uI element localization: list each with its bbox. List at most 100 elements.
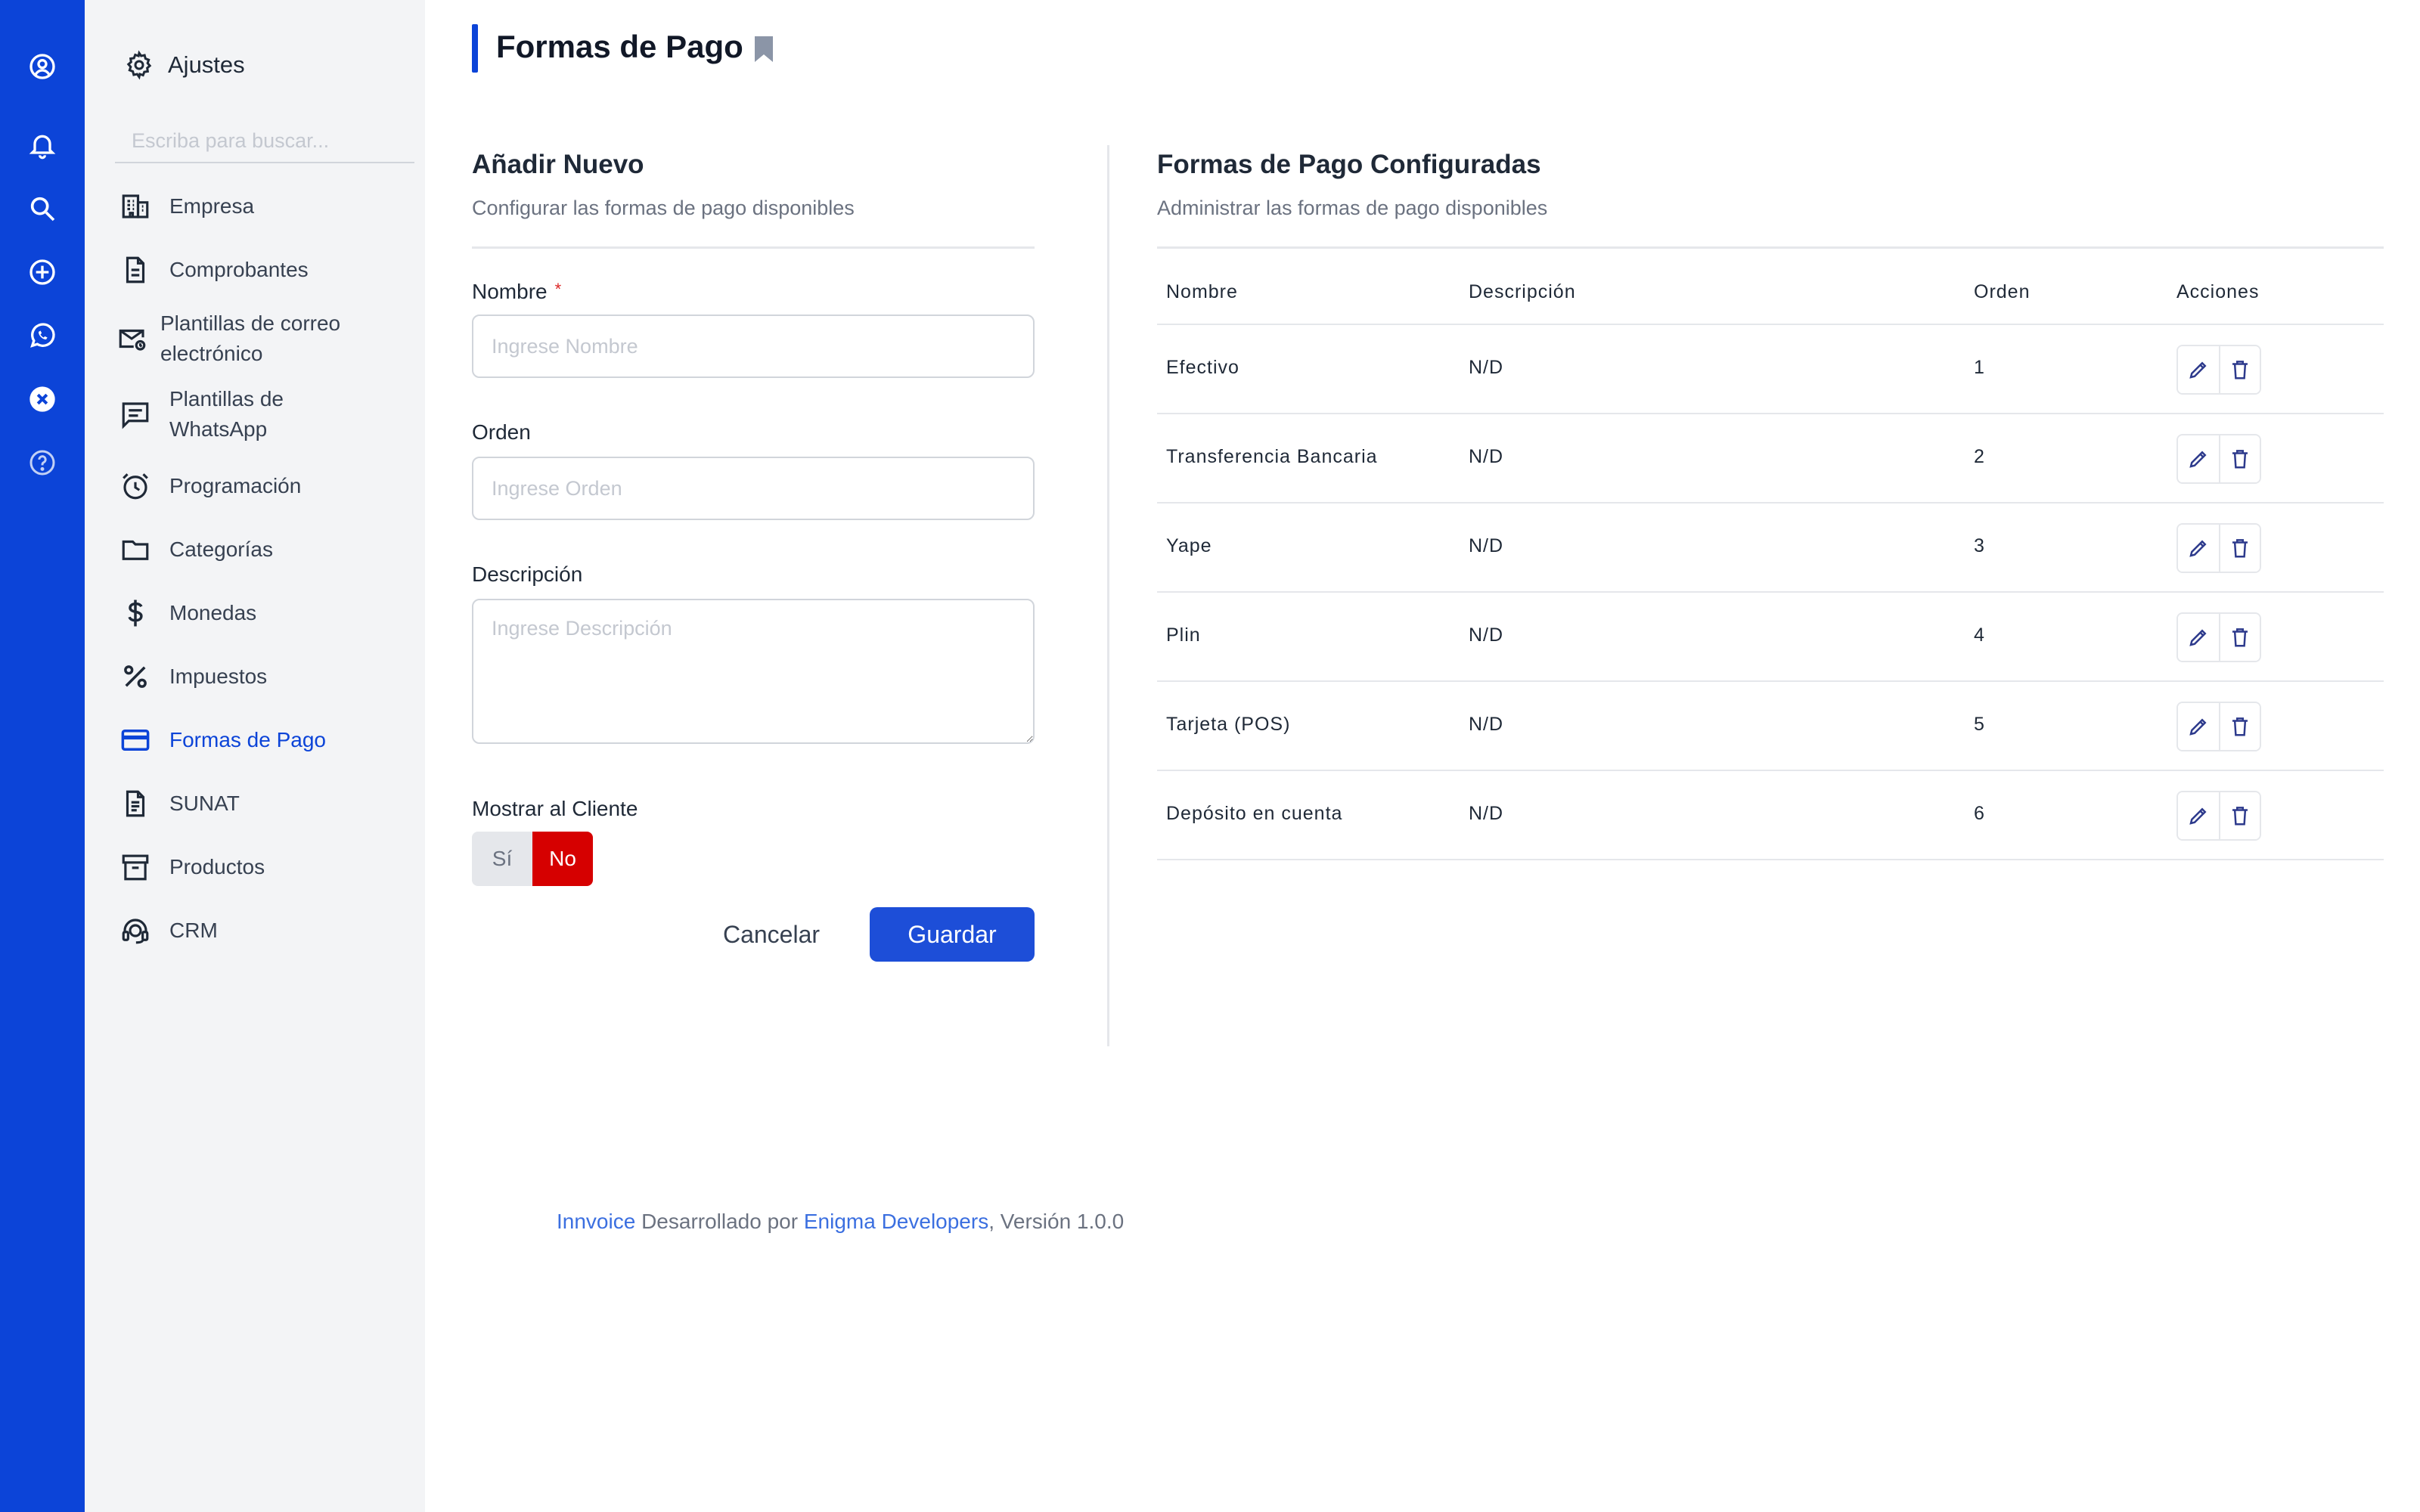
file-text-icon bbox=[126, 790, 145, 817]
column-header-order: Orden bbox=[1974, 281, 2031, 302]
cell-name: Depósito en cuenta bbox=[1166, 803, 1343, 824]
sidebar-item-label: Programación bbox=[169, 474, 302, 497]
sidebar-item-label: Monedas bbox=[169, 601, 257, 624]
sidebar-item-impuestos[interactable]: Impuestos bbox=[119, 661, 422, 692]
pencil-icon bbox=[2189, 718, 2207, 736]
search-icon[interactable] bbox=[26, 192, 59, 225]
sidebar-item-sunat[interactable]: SUNAT bbox=[119, 788, 422, 820]
edit-button[interactable] bbox=[2178, 525, 2219, 572]
footer-developer-link[interactable]: Enigma Developers bbox=[804, 1210, 988, 1233]
trash-icon bbox=[2232, 717, 2248, 736]
sidebar-item-categorias[interactable]: Categorías bbox=[119, 534, 422, 565]
pencil-icon bbox=[2189, 629, 2207, 646]
sidebar-item-monedas[interactable]: Monedas bbox=[119, 597, 422, 629]
delete-button[interactable] bbox=[2219, 346, 2260, 393]
description-textarea[interactable] bbox=[472, 599, 1035, 744]
percent-icon bbox=[124, 665, 147, 688]
sidebar-item-plantillas-correo[interactable]: Plantillas de correo electrónico bbox=[116, 308, 404, 369]
edit-button[interactable] bbox=[2178, 614, 2219, 661]
footer-version: , Versión 1.0.0 bbox=[988, 1210, 1125, 1233]
sidebar-item-label: Plantillas de correo electrónico bbox=[160, 311, 341, 365]
sidebar-item-productos[interactable]: Productos bbox=[119, 851, 422, 883]
folder-icon bbox=[122, 540, 149, 560]
sidebar-item-label: CRM bbox=[169, 919, 218, 942]
description-label: Descripción bbox=[472, 562, 583, 586]
trash-icon bbox=[2232, 807, 2248, 826]
delete-button[interactable] bbox=[2219, 703, 2260, 750]
edit-button[interactable] bbox=[2178, 703, 2219, 750]
cell-order: 5 bbox=[1974, 714, 1985, 735]
cell-description: N/D bbox=[1469, 714, 1504, 735]
bookmark-icon[interactable] bbox=[753, 36, 774, 62]
name-label: Nombre * bbox=[472, 280, 562, 303]
gear-icon bbox=[126, 50, 152, 80]
pencil-icon bbox=[2189, 807, 2207, 825]
payment-methods-table: Nombre Descripción Orden Acciones Efecti… bbox=[1157, 260, 2384, 860]
page-title: Formas de Pago bbox=[496, 29, 743, 64]
trash-icon bbox=[2232, 361, 2248, 380]
column-header-name: Nombre bbox=[1166, 281, 1238, 302]
show-client-label: Mostrar al Cliente bbox=[472, 797, 638, 820]
sidebar-item-programacion[interactable]: Programación bbox=[119, 470, 422, 502]
cell-name: Transferencia Bancaria bbox=[1166, 446, 1378, 467]
toggle-yes-option[interactable]: Sí bbox=[472, 832, 532, 886]
cancel-button[interactable]: Cancelar bbox=[696, 907, 847, 962]
sidebar-item-label: Categorías bbox=[169, 538, 273, 561]
form-subtitle: Configurar las formas de pago disponible… bbox=[472, 197, 855, 219]
page-title-accent bbox=[472, 24, 478, 73]
delete-button[interactable] bbox=[2219, 792, 2260, 839]
edit-button[interactable] bbox=[2178, 792, 2219, 839]
plus-circle-icon[interactable] bbox=[26, 256, 59, 289]
whatsapp-icon[interactable] bbox=[26, 319, 59, 352]
save-button[interactable]: Guardar bbox=[870, 907, 1035, 962]
icon-rail bbox=[0, 0, 85, 1512]
order-input[interactable] bbox=[472, 457, 1035, 520]
sidebar-item-crm[interactable]: CRM bbox=[119, 915, 422, 947]
trash-icon bbox=[2232, 539, 2248, 558]
close-circle-icon[interactable] bbox=[26, 383, 59, 416]
cell-description: N/D bbox=[1469, 624, 1504, 646]
footer-brand-link[interactable]: Innvoice bbox=[557, 1210, 635, 1233]
name-input[interactable] bbox=[472, 314, 1035, 378]
sidebar-item-formas-de-pago[interactable]: Formas de Pago bbox=[119, 724, 422, 756]
sidebar-item-label: Empresa bbox=[169, 194, 255, 218]
user-circle-icon[interactable] bbox=[26, 50, 59, 83]
table-row: Plin N/D 4 bbox=[1157, 593, 2384, 682]
mail-template-icon bbox=[119, 329, 146, 351]
footer: Innvoice Desarrollado por Enigma Develop… bbox=[557, 1210, 1124, 1234]
edit-button[interactable] bbox=[2178, 346, 2219, 393]
settings-sidebar: Ajustes Empresa Comprobantes Plantillas … bbox=[85, 0, 425, 1512]
cell-order: 3 bbox=[1974, 535, 1985, 556]
column-header-actions: Acciones bbox=[2176, 281, 2260, 302]
message-template-icon bbox=[122, 402, 149, 429]
row-actions bbox=[2176, 702, 2261, 751]
document-icon bbox=[126, 256, 145, 284]
sidebar-search-input[interactable] bbox=[115, 119, 414, 163]
delete-button[interactable] bbox=[2219, 614, 2260, 661]
pencil-icon bbox=[2189, 540, 2207, 557]
form-divider bbox=[472, 246, 1035, 249]
support-agent-icon bbox=[122, 919, 149, 944]
sidebar-item-plantillas-whatsapp[interactable]: Plantillas de WhatsApp bbox=[119, 384, 369, 445]
sidebar-item-empresa[interactable]: Empresa bbox=[119, 191, 422, 222]
delete-button[interactable] bbox=[2219, 525, 2260, 572]
list-title: Formas de Pago Configuradas bbox=[1157, 150, 1541, 179]
sidebar-header: Ajustes bbox=[124, 50, 245, 80]
row-actions bbox=[2176, 523, 2261, 573]
delete-button[interactable] bbox=[2219, 435, 2260, 482]
sidebar-title: Ajustes bbox=[168, 51, 245, 78]
edit-button[interactable] bbox=[2178, 435, 2219, 482]
alarm-clock-icon bbox=[123, 473, 148, 500]
cell-order: 4 bbox=[1974, 624, 1985, 646]
bell-icon[interactable] bbox=[26, 129, 59, 162]
sidebar-item-comprobantes[interactable]: Comprobantes bbox=[119, 254, 422, 286]
trash-icon bbox=[2232, 628, 2248, 647]
column-header-description: Descripción bbox=[1469, 281, 1576, 302]
cell-order: 1 bbox=[1974, 357, 1985, 378]
toggle-no-option[interactable]: No bbox=[532, 832, 593, 886]
sidebar-item-label: Productos bbox=[169, 855, 265, 878]
cell-description: N/D bbox=[1469, 803, 1504, 824]
sidebar-item-label: Impuestos bbox=[169, 665, 268, 688]
cell-name: Tarjeta (POS) bbox=[1166, 714, 1291, 735]
help-icon[interactable] bbox=[26, 446, 59, 479]
